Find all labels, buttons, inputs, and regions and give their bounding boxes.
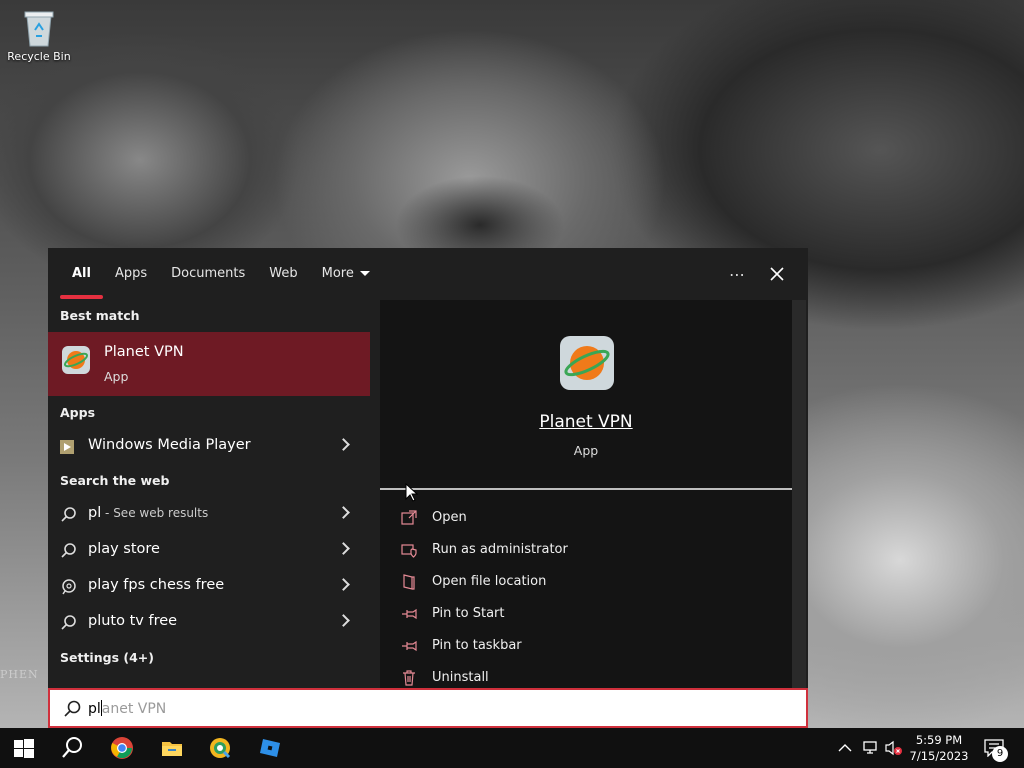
- notification-count: 9: [992, 746, 1008, 762]
- action-run-as-administrator[interactable]: Run as administrator: [400, 535, 780, 565]
- web-item-label: play store: [88, 541, 160, 557]
- app-icon: [210, 738, 231, 759]
- volume-muted-icon[interactable]: [884, 728, 906, 768]
- search-icon: [60, 506, 78, 524]
- search-tabs: All Apps Documents Web More: [48, 248, 808, 300]
- tab-more-label: More: [321, 266, 354, 281]
- clock[interactable]: 5:59 PM 7/15/2023: [904, 732, 974, 764]
- action-open-file-location[interactable]: Open file location: [400, 567, 780, 597]
- recycle-bin[interactable]: Recycle Bin: [6, 8, 72, 63]
- action-label: Open file location: [432, 574, 547, 589]
- web-item-play-fps-chess-free[interactable]: play fps chess free: [48, 568, 370, 604]
- taskbar-roblox[interactable]: [246, 728, 294, 768]
- web-item-pl[interactable]: pl - See web results: [48, 496, 370, 532]
- recycle-bin-label: Recycle Bin: [7, 50, 71, 63]
- web-item-pluto-tv-free[interactable]: pluto tv free: [48, 604, 370, 640]
- chevron-right-icon[interactable]: [337, 506, 350, 519]
- pin-icon: [400, 605, 418, 623]
- notifications-button[interactable]: 9: [980, 728, 1010, 768]
- chevron-right-icon[interactable]: [337, 438, 350, 451]
- shield-icon: [400, 541, 418, 559]
- search-icon: [62, 737, 82, 758]
- chat-search-icon: [60, 578, 78, 596]
- background-text: PHEN: [0, 668, 39, 681]
- planet-vpn-icon: [62, 346, 90, 374]
- web-item-play-store[interactable]: play store: [48, 532, 370, 568]
- list-item-label: Windows Media Player: [88, 437, 251, 453]
- file-location-icon: [400, 573, 418, 591]
- divider: [380, 488, 796, 490]
- action-pin-to-start[interactable]: Pin to Start: [400, 599, 780, 629]
- more-options-icon[interactable]: ⋯: [729, 248, 746, 300]
- settings-title[interactable]: Settings (4+): [60, 650, 154, 665]
- web-item-label: pl - See web results: [88, 505, 209, 521]
- trash-icon: [400, 669, 418, 687]
- chevron-right-icon[interactable]: [337, 542, 350, 555]
- best-match-title: Best match: [60, 308, 140, 323]
- best-match-name: Planet VPN: [104, 344, 184, 360]
- planet-vpn-large-icon: [560, 336, 614, 390]
- action-open[interactable]: Open: [400, 503, 780, 533]
- media-player-icon: [60, 438, 78, 456]
- action-label: Pin to Start: [432, 606, 505, 621]
- pin-icon: [400, 637, 418, 655]
- mouse-cursor-icon: [405, 482, 419, 507]
- results-list: Best match Planet VPN App Apps Windows M…: [48, 300, 370, 688]
- tab-all[interactable]: All: [60, 248, 103, 300]
- web-item-label: pluto tv free: [88, 613, 178, 629]
- search-icon: [60, 542, 78, 560]
- network-icon[interactable]: [862, 728, 882, 768]
- search-text: planet VPN: [88, 700, 167, 717]
- action-pin-to-taskbar[interactable]: Pin to taskbar: [400, 631, 780, 661]
- detail-app-name[interactable]: Planet VPN: [380, 412, 792, 432]
- caret-down-icon: [359, 271, 370, 276]
- search-icon: [62, 699, 82, 719]
- tab-apps[interactable]: Apps: [103, 248, 159, 300]
- close-button[interactable]: [770, 248, 784, 300]
- search-input[interactable]: planet VPN: [48, 688, 808, 728]
- action-label: Pin to taskbar: [432, 638, 522, 653]
- taskbar: 5:59 PM 7/15/2023 9: [0, 728, 1024, 768]
- tab-web[interactable]: Web: [257, 248, 309, 300]
- windows-icon: [14, 739, 34, 758]
- open-icon: [400, 509, 418, 527]
- clock-time: 5:59 PM: [915, 733, 963, 747]
- search-button[interactable]: [48, 728, 96, 768]
- chevron-right-icon[interactable]: [337, 614, 350, 627]
- chevron-up-icon: [838, 744, 852, 752]
- taskbar-file-explorer[interactable]: [148, 728, 196, 768]
- taskbar-app[interactable]: [196, 728, 244, 768]
- detail-app-type: App: [573, 443, 599, 458]
- recycle-bin-icon: [21, 8, 57, 48]
- best-match-type: App: [104, 369, 129, 384]
- chrome-icon: [111, 737, 133, 759]
- start-button[interactable]: [0, 728, 48, 768]
- best-match-item[interactable]: Planet VPN App: [48, 332, 370, 396]
- clock-date: 7/15/2023: [909, 749, 969, 763]
- apps-title: Apps: [60, 405, 96, 420]
- list-item-windows-media-player[interactable]: Windows Media Player: [48, 428, 370, 464]
- action-label: Open: [432, 510, 467, 525]
- roblox-icon: [260, 739, 280, 757]
- chevron-right-icon[interactable]: [337, 578, 350, 591]
- action-label: Run as administrator: [432, 542, 568, 557]
- search-web-title: Search the web: [60, 473, 170, 488]
- tab-documents[interactable]: Documents: [159, 248, 257, 300]
- show-hidden-icons[interactable]: [838, 728, 856, 768]
- scrollbar[interactable]: [792, 300, 806, 688]
- action-label: Uninstall: [432, 670, 489, 685]
- search-panel: All Apps Documents Web More ⋯ Best match…: [48, 248, 808, 688]
- detail-pane: Planet VPN App Open Run as administrator…: [380, 300, 796, 688]
- folder-icon: [162, 742, 182, 756]
- web-item-label: play fps chess free: [88, 577, 225, 593]
- tab-more[interactable]: More: [310, 248, 382, 300]
- search-icon: [60, 614, 78, 632]
- close-icon: [770, 267, 784, 281]
- taskbar-chrome[interactable]: [98, 728, 146, 768]
